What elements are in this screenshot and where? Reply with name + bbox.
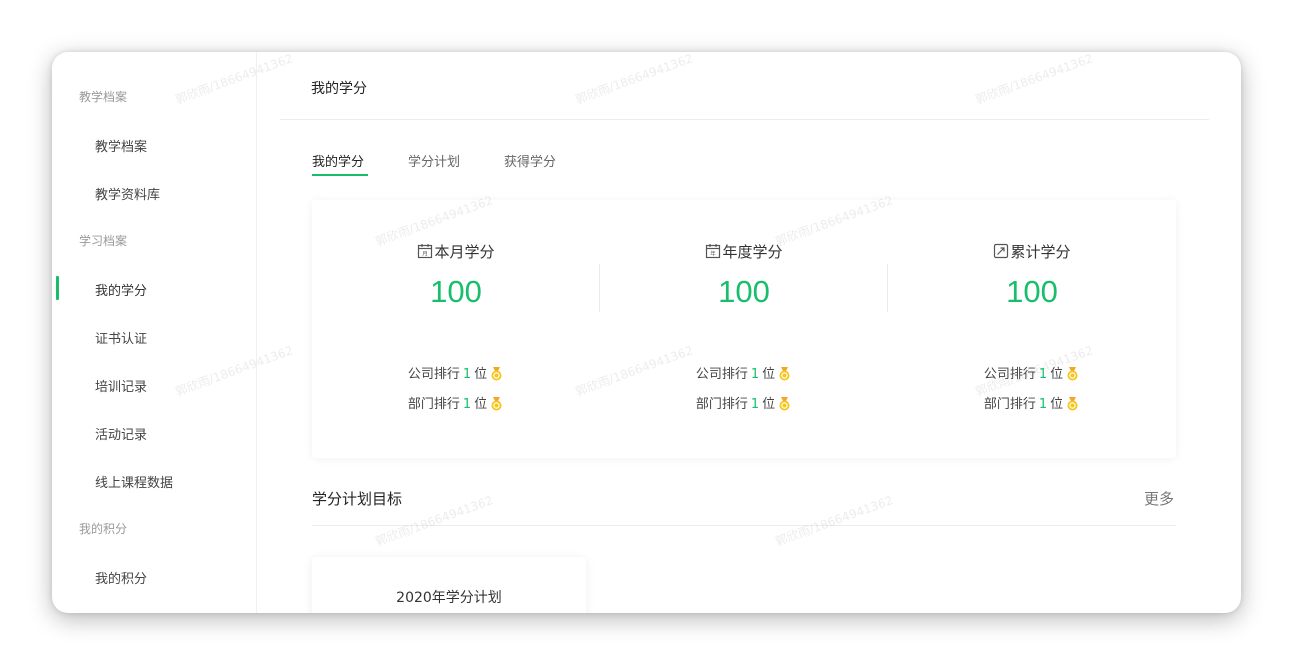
dept-rank-value: 1	[1038, 397, 1048, 412]
dept-rank-label: 部门排行	[983, 397, 1036, 412]
tab-active-underline	[312, 174, 368, 176]
medal-icon	[491, 397, 502, 411]
dept-rank-value: 1	[462, 397, 472, 412]
sidebar-item-teaching-archive[interactable]: 教学档案	[95, 136, 147, 155]
sidebar-item-online-course-data[interactable]: 线上课程数据	[95, 472, 173, 491]
medal-icon	[1067, 397, 1078, 411]
stat-monthly-header: 月 本月学分	[312, 241, 600, 262]
stat-monthly: 月 本月学分 100 公司排行 1 位 部门排行 1 位	[312, 200, 600, 458]
company-rank-label: 公司排行	[407, 367, 460, 382]
stat-cumulative: 累计学分 100 公司排行 1 位 部门排行 1 位	[888, 200, 1176, 458]
stat-cumulative-header: 累计学分	[888, 241, 1176, 262]
company-rank-label: 公司排行	[983, 367, 1036, 382]
stat-monthly-company-rank: 公司排行 1 位	[312, 363, 600, 382]
company-rank-value: 1	[750, 367, 760, 382]
stat-monthly-value: 100	[430, 274, 482, 309]
dept-rank-value: 1	[750, 397, 760, 412]
tab-earned-credits[interactable]: 获得学分	[504, 151, 556, 170]
stat-yearly: 年 年度学分 100 公司排行 1 位 部门排行 1 位	[600, 200, 888, 458]
section-divider	[312, 525, 1176, 526]
tab-credit-plan[interactable]: 学分计划	[408, 151, 460, 170]
sidebar-group-points: 我的积分	[79, 522, 128, 536]
medal-icon	[491, 367, 502, 381]
stat-yearly-header: 年 年度学分	[600, 241, 888, 262]
svg-text:年: 年	[711, 250, 717, 258]
sidebar-item-my-points[interactable]: 我的积分	[95, 568, 147, 587]
stat-cumulative-company-rank: 公司排行 1 位	[888, 363, 1176, 382]
rank-unit: 位	[474, 397, 488, 412]
rank-unit: 位	[762, 397, 776, 412]
rank-unit: 位	[1050, 367, 1064, 382]
plan-card[interactable]: 2020年学分计划	[312, 557, 586, 613]
title-divider	[280, 119, 1209, 120]
medal-icon	[779, 367, 790, 381]
dept-rank-label: 部门排行	[695, 397, 748, 412]
sidebar-item-my-credits[interactable]: 我的学分	[95, 280, 147, 299]
calendar-month-icon: 月	[418, 244, 433, 259]
sidebar-item-activity-records[interactable]: 活动记录	[95, 424, 147, 443]
more-link[interactable]: 更多	[1144, 488, 1174, 509]
stat-cumulative-value: 100	[1006, 274, 1058, 309]
page-title: 我的学分	[311, 81, 367, 97]
sidebar-item-teaching-library[interactable]: 教学资料库	[95, 184, 160, 203]
stat-monthly-dept-rank: 部门排行 1 位	[312, 393, 600, 412]
stat-monthly-label: 本月学分	[434, 243, 495, 261]
main-content: 我的学分 我的学分 学分计划 获得学分 月 本月学分 100 公司排行 1 位 …	[258, 52, 1241, 613]
sidebar-active-indicator	[56, 276, 59, 300]
stat-cumulative-dept-rank: 部门排行 1 位	[888, 393, 1176, 412]
rank-unit: 位	[1050, 397, 1064, 412]
sidebar: 教学档案 教学档案 教学资料库 学习档案 我的学分 证书认证 培训记录 活动记录…	[52, 52, 257, 613]
rank-unit: 位	[474, 367, 488, 382]
rank-unit: 位	[762, 367, 776, 382]
medal-icon	[1067, 367, 1078, 381]
sidebar-group-learning: 学习档案	[79, 234, 128, 248]
plan-card-title: 2020年学分计划	[396, 590, 502, 606]
sidebar-item-certification[interactable]: 证书认证	[95, 328, 147, 347]
svg-text:月: 月	[423, 251, 429, 258]
dept-rank-label: 部门排行	[407, 397, 460, 412]
stat-yearly-label: 年度学分	[722, 243, 783, 261]
medal-icon	[779, 397, 790, 411]
stat-cumulative-label: 累计学分	[1010, 243, 1071, 261]
cumulative-icon	[994, 243, 1009, 259]
plan-section-title: 学分计划目标	[312, 490, 403, 508]
stat-yearly-value: 100	[718, 274, 770, 309]
calendar-year-icon: 年	[706, 244, 721, 259]
tab-my-credits[interactable]: 我的学分	[312, 151, 364, 170]
company-rank-value: 1	[462, 367, 472, 382]
sidebar-group-teaching: 教学档案	[79, 90, 128, 104]
stat-yearly-company-rank: 公司排行 1 位	[600, 363, 888, 382]
app-window: 教学档案 教学档案 教学资料库 学习档案 我的学分 证书认证 培训记录 活动记录…	[52, 52, 1241, 613]
sidebar-item-training-records[interactable]: 培训记录	[95, 376, 147, 395]
company-rank-value: 1	[1038, 367, 1048, 382]
credits-stats-card: 月 本月学分 100 公司排行 1 位 部门排行 1 位 年 年度学分 100 …	[312, 200, 1176, 458]
stat-yearly-dept-rank: 部门排行 1 位	[600, 393, 888, 412]
company-rank-label: 公司排行	[695, 367, 748, 382]
